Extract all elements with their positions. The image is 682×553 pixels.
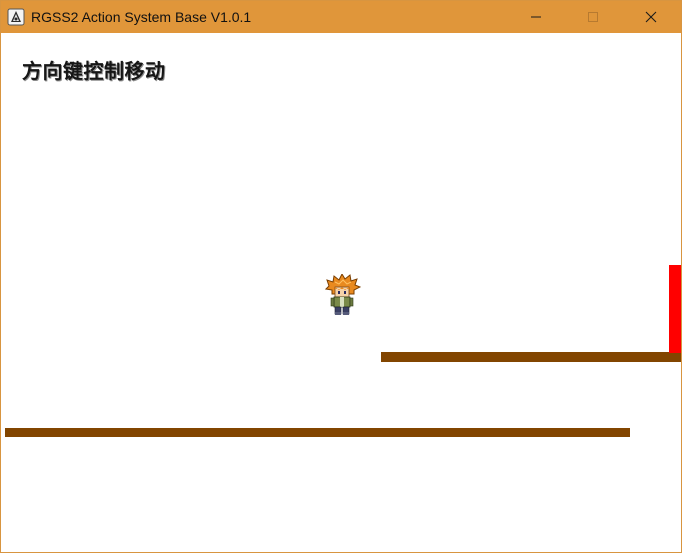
lower-platform bbox=[5, 428, 630, 437]
game-canvas[interactable]: 方向键控制移动 bbox=[1, 33, 681, 552]
controls-hint-text: 方向键控制移动 bbox=[22, 59, 166, 83]
red-wall-block bbox=[669, 265, 681, 353]
game-window: RGSS2 Action System Base V1.0.1 方向键控制移动 bbox=[0, 0, 682, 553]
title-bar[interactable]: RGSS2 Action System Base V1.0.1 bbox=[1, 1, 681, 33]
rgss-app-icon[interactable] bbox=[7, 8, 25, 26]
close-icon bbox=[645, 11, 657, 23]
upper-platform bbox=[381, 352, 681, 362]
minimize-button[interactable] bbox=[513, 1, 559, 33]
window-title: RGSS2 Action System Base V1.0.1 bbox=[31, 9, 252, 25]
minimize-icon bbox=[530, 11, 542, 23]
maximize-button[interactable] bbox=[570, 1, 616, 33]
maximize-icon bbox=[587, 11, 599, 23]
hero-character-sprite bbox=[324, 272, 362, 315]
close-button[interactable] bbox=[628, 1, 674, 33]
